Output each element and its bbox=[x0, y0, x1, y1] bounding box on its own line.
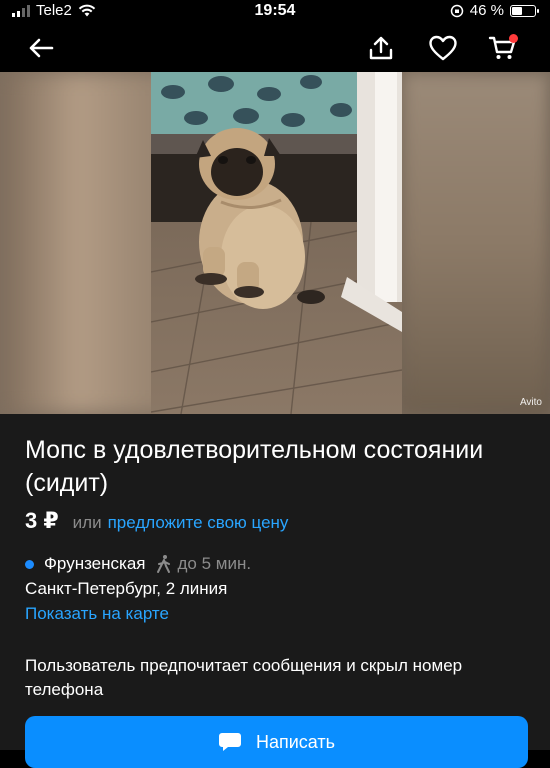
favorite-button[interactable] bbox=[426, 32, 460, 64]
write-message-label: Написать bbox=[255, 731, 336, 752]
status-right: 46 % bbox=[450, 2, 539, 19]
write-message-button[interactable]: Написать bbox=[25, 716, 528, 768]
listing-photo[interactable] bbox=[151, 72, 402, 414]
metro-row: Фрунзенская до 5 мин. bbox=[25, 554, 251, 574]
metro-line-dot bbox=[25, 559, 34, 569]
avito-watermark: Avito bbox=[520, 397, 542, 408]
walk-time: до 5 мин. bbox=[177, 554, 252, 573]
orientation-lock-icon bbox=[450, 4, 464, 17]
arrow-left-icon bbox=[29, 38, 54, 58]
price: 3 ₽ bbox=[25, 508, 59, 533]
battery-fill bbox=[512, 6, 522, 15]
offer-price-link[interactable]: предложите свою цену bbox=[108, 513, 289, 533]
status-bar: Tele2 19:54 46 % bbox=[0, 0, 550, 24]
listing-title: Мопс в удовлетворительном состоянии (сид… bbox=[25, 436, 484, 497]
metro-station: Фрунзенская bbox=[44, 554, 146, 573]
address: Санкт-Петербург, 2 линия bbox=[25, 579, 228, 598]
price-row: 3 ₽ или предложите свою цену bbox=[25, 508, 288, 534]
share-icon bbox=[369, 36, 393, 60]
gallery-blur-right bbox=[402, 72, 550, 414]
pug-photo-illustration bbox=[151, 72, 402, 414]
nav-bar bbox=[0, 24, 550, 72]
listing-content: Мопс в удовлетворительном состоянии (сид… bbox=[0, 414, 550, 768]
cart-button[interactable] bbox=[486, 32, 520, 64]
heart-icon bbox=[429, 35, 457, 61]
show-on-map-link[interactable]: Показать на карте bbox=[25, 604, 169, 624]
seller-preference-text: Пользователь предпочитает сообщения и ск… bbox=[25, 656, 463, 699]
battery-icon bbox=[510, 4, 539, 17]
back-button[interactable] bbox=[24, 32, 58, 64]
cart-badge bbox=[509, 34, 518, 43]
watermark-text: Avito bbox=[519, 397, 542, 408]
walking-icon bbox=[156, 555, 170, 573]
battery-percent: 46 % bbox=[469, 2, 504, 19]
price-or: или bbox=[72, 513, 102, 532]
share-button[interactable] bbox=[364, 32, 398, 64]
photo-gallery[interactable]: Avito bbox=[0, 72, 550, 414]
